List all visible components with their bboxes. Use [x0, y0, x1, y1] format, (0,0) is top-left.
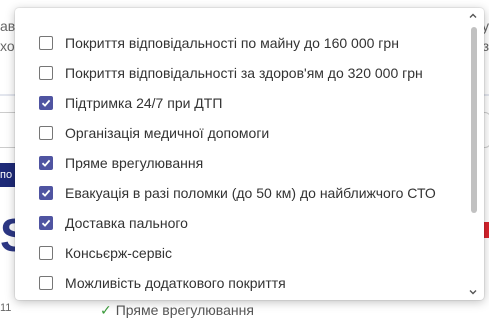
option-evacuation[interactable]: Евакуація в разі поломки (до 50 км) до н… — [39, 183, 436, 203]
background-text-fragment: ав — [0, 18, 16, 34]
scroll-down-arrow-icon[interactable] — [468, 287, 478, 297]
option-health-liability[interactable]: Покриття відповідальності за здоров'ям д… — [39, 63, 423, 83]
option-label: Підтримка 24/7 при ДТП — [65, 95, 223, 111]
background-row-number: 11 — [0, 302, 12, 314]
check-icon — [41, 189, 51, 197]
checkbox[interactable] — [39, 276, 53, 290]
checkbox[interactable] — [39, 156, 53, 170]
scrollbar-thumb[interactable] — [471, 27, 477, 213]
option-additional-coverage[interactable]: Можливість додаткового покриття — [39, 273, 286, 293]
background-list-item: ✓ Пряме врегулювання — [100, 302, 254, 319]
background-text-fragment: хо — [0, 38, 15, 54]
scroll-up-arrow-icon[interactable] — [468, 11, 478, 21]
option-label: Евакуація в разі поломки (до 50 км) до н… — [65, 185, 436, 201]
option-label: Організація медичної допомоги — [65, 125, 270, 141]
checkbox[interactable] — [39, 246, 53, 260]
option-medical-assistance[interactable]: Організація медичної допомоги — [39, 123, 269, 143]
check-icon — [41, 159, 51, 167]
checkbox[interactable] — [39, 66, 53, 80]
option-label: Консьєрж-сервіс — [65, 245, 173, 261]
background-nav-fragment: по — [0, 163, 16, 187]
option-label: Покриття відповідальності по майну до 16… — [65, 35, 399, 51]
option-direct-settlement[interactable]: Пряме врегулювання — [39, 153, 203, 173]
check-icon: ✓ — [100, 302, 112, 318]
check-icon — [41, 219, 51, 227]
checkbox[interactable] — [39, 186, 53, 200]
option-label: Пряме врегулювання — [65, 155, 204, 171]
option-support-24-7[interactable]: Підтримка 24/7 при ДТП — [39, 93, 222, 113]
checkbox[interactable] — [39, 216, 53, 230]
options-dropdown[interactable]: Покриття відповідальності по майну до 16… — [15, 8, 484, 300]
checkbox[interactable] — [39, 126, 53, 140]
background-list-item-label: Пряме врегулювання — [115, 302, 254, 318]
option-label: Покриття відповідальності за здоров'ям д… — [65, 65, 423, 81]
checkbox[interactable] — [39, 96, 53, 110]
option-concierge[interactable]: Консьєрж-сервіс — [39, 243, 172, 263]
check-icon — [41, 99, 51, 107]
option-fuel-delivery[interactable]: Доставка пального — [39, 213, 188, 233]
option-label: Доставка пального — [65, 215, 188, 231]
checkbox[interactable] — [39, 36, 53, 50]
option-property-liability[interactable]: Покриття відповідальності по майну до 16… — [39, 33, 399, 53]
option-label: Можливість додаткового покриття — [65, 275, 286, 291]
